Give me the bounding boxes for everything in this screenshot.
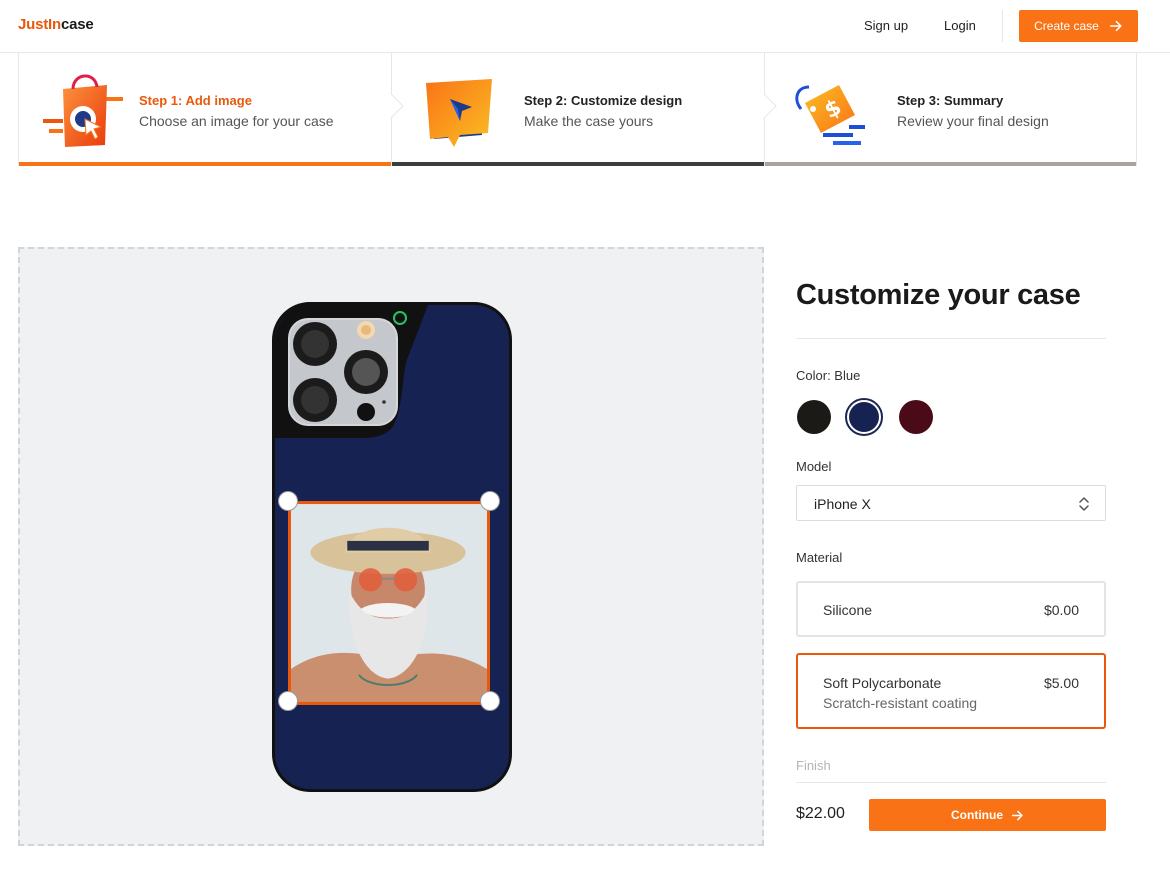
color-swatch-blue[interactable] xyxy=(845,398,883,436)
color-label: Color: Blue xyxy=(796,368,861,383)
material-option-silicone[interactable]: Silicone $0.00 xyxy=(796,581,1106,637)
step-progress-bar xyxy=(765,162,1136,166)
material-option-soft-polycarbonate[interactable]: Soft Polycarbonate $5.00 Scratch-resista… xyxy=(796,653,1106,729)
step-description: Review your final design xyxy=(897,113,1049,129)
step-progress-bar xyxy=(19,162,391,166)
material-name: Soft Polycarbonate xyxy=(823,675,942,691)
step-progress-bar xyxy=(392,162,764,166)
panel-title: Customize your case xyxy=(796,279,1081,311)
signup-link[interactable]: Sign up xyxy=(864,18,908,33)
continue-label: Continue xyxy=(951,808,1003,822)
design-canvas[interactable] xyxy=(18,247,764,846)
resize-handle-top-left[interactable] xyxy=(278,491,298,511)
arrow-right-icon xyxy=(1109,20,1122,32)
step-summary[interactable]: $ Step 3: Summary Review your final desi… xyxy=(764,53,1137,166)
step-description: Make the case yours xyxy=(524,113,654,129)
resize-handle-bottom-right[interactable] xyxy=(480,691,500,711)
material-label: Material xyxy=(796,550,843,565)
step-description: Choose an image for your case xyxy=(139,113,334,129)
step-progress: Step 1: Add image Choose an image for yo… xyxy=(18,53,1138,166)
material-price: $0.00 xyxy=(1043,602,1079,618)
material-note: Scratch-resistant coating xyxy=(823,695,978,711)
model-label: Model xyxy=(796,459,832,474)
color-swatch-black[interactable] xyxy=(797,400,831,434)
logo-part-case: case xyxy=(60,16,94,33)
model-select-value: iPhone X xyxy=(814,496,871,512)
step-title: Step 2: Customize design xyxy=(524,93,683,108)
model-select[interactable]: iPhone X xyxy=(796,485,1106,521)
design-cursor-icon xyxy=(426,79,492,147)
material-price: $5.00 xyxy=(1043,675,1079,691)
shopping-bag-cursor-icon xyxy=(43,74,123,147)
chevron-up-down-icon xyxy=(1079,497,1089,511)
nav-divider xyxy=(1002,10,1003,42)
material-name: Silicone xyxy=(823,602,873,618)
logo[interactable]: JustIncase xyxy=(18,16,94,33)
top-navbar: JustIncase Sign up Login Create case xyxy=(0,0,1170,53)
step-add-image[interactable]: Step 1: Add image Choose an image for yo… xyxy=(18,53,404,166)
resize-handle-top-right[interactable] xyxy=(480,491,500,511)
step-customize-design[interactable]: Step 2: Customize design Make the case y… xyxy=(391,53,777,166)
step-title: Step 3: Summary xyxy=(897,93,1004,108)
price-tag-icon: $ xyxy=(795,85,865,145)
logo-part-justin: JustIn xyxy=(18,16,61,33)
continue-button[interactable]: Continue xyxy=(869,799,1106,831)
arrow-right-icon xyxy=(1011,810,1023,820)
footer-divider xyxy=(796,782,1106,783)
resize-handle-bottom-left[interactable] xyxy=(278,691,298,711)
create-case-label: Create case xyxy=(1034,19,1099,33)
portrait-image xyxy=(291,504,487,702)
step-title: Step 1: Add image xyxy=(139,93,252,108)
create-case-button[interactable]: Create case xyxy=(1019,10,1138,42)
finish-label: Finish xyxy=(796,758,831,773)
title-divider xyxy=(796,338,1106,339)
color-swatch-maroon[interactable] xyxy=(899,400,933,434)
uploaded-photo[interactable] xyxy=(288,501,490,705)
login-link[interactable]: Login xyxy=(944,18,976,33)
total-price: $22.00 xyxy=(796,805,845,822)
